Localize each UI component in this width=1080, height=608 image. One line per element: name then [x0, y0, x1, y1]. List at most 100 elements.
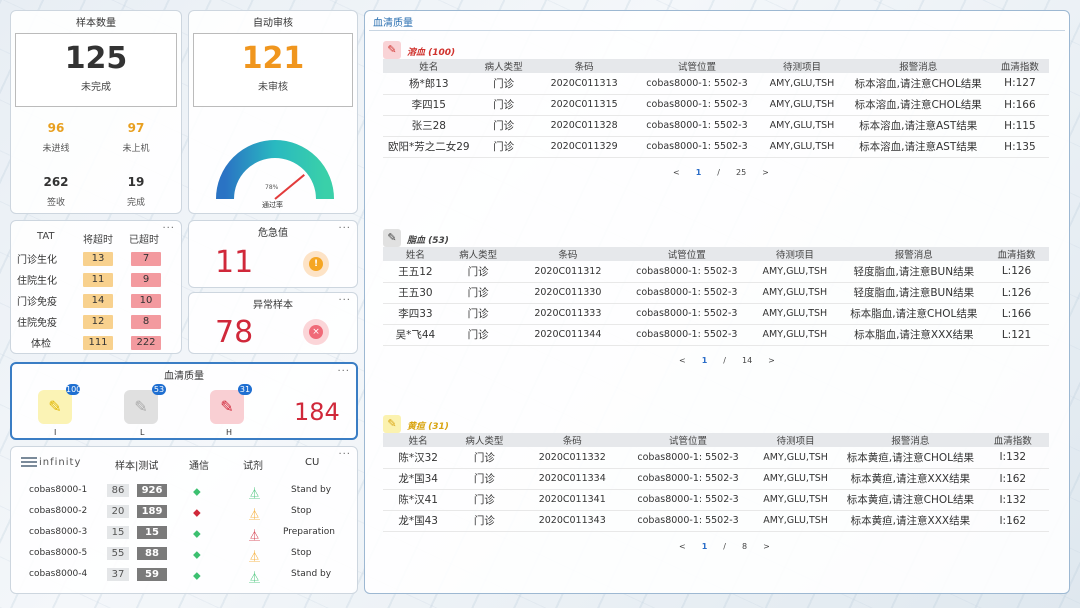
- instrument-row[interactable]: cobas8000-1 86 926 ⬥ ⏅ Stand by: [29, 481, 349, 501]
- prev-page-button[interactable]: <: [679, 356, 686, 365]
- table-cell: 标本脂血,请注意XXX结果: [843, 324, 985, 346]
- table-cell: 2020C011341: [515, 489, 630, 511]
- instrument-row[interactable]: cobas8000-2 20 189 ⬥ ⏅ Stop: [29, 502, 349, 522]
- quality-table: 姓名 病人类型 条码 试管位置 待测项目 报警消息 血清指数 杨*郎13 门诊 2020C0113…: [383, 59, 1049, 158]
- more-icon[interactable]: ···: [338, 223, 351, 234]
- column-header: 报警消息: [843, 247, 985, 261]
- table-row[interactable]: 陈*汉41 门诊 2020C011341 cobas8000-1: 5502-3 AMY…: [383, 489, 1049, 511]
- section-title[interactable]: 脂血 (53): [407, 233, 449, 246]
- incomplete-label: 未完成: [81, 82, 111, 93]
- serum-quality-card[interactable]: 血清质量 ··· ✎ 100 I ✎ 53 L ✎ 31 H 184: [10, 362, 358, 440]
- incomplete-box: 125 未完成: [15, 33, 177, 107]
- prev-page-button[interactable]: <: [673, 168, 680, 177]
- pass-rate-gauge: 78% 通过率: [216, 140, 334, 209]
- cu-status: Stand by: [291, 569, 332, 579]
- warning-icon: !: [303, 251, 329, 277]
- lipemia-tube-icon[interactable]: ✎: [124, 390, 158, 424]
- table-cell: AMY,GLU,TSH: [746, 324, 844, 346]
- table-cell: 轻度脂血,请注意BUN结果: [843, 261, 985, 283]
- col-tat: TAT: [37, 231, 55, 242]
- table-cell: H:127: [990, 73, 1049, 95]
- next-page-button[interactable]: >: [762, 168, 769, 177]
- stat-complete[interactable]: 19 完成: [111, 175, 161, 208]
- table-header: 姓名 病人类型 条码 试管位置 待测项目 报警消息 血清指数: [383, 247, 1049, 261]
- tat-row[interactable]: 门诊免疫 14 10: [17, 291, 177, 311]
- column-header: 条码: [515, 433, 630, 447]
- next-page-button[interactable]: >: [768, 356, 775, 365]
- card-title: 异常样本: [253, 300, 293, 311]
- table-row[interactable]: 王五12 门诊 2020C011312 cobas8000-1: 5502-3 AMY,…: [383, 261, 1049, 283]
- table-row[interactable]: 王五30 门诊 2020C011330 cobas8000-1: 5502-3 AMY,…: [383, 282, 1049, 304]
- table-cell: L:126: [984, 261, 1049, 283]
- gauge-percent: 78%: [265, 184, 279, 191]
- instrument-row[interactable]: cobas8000-3 15 15 ⬥ ⏅ Preparation: [29, 523, 349, 543]
- instrument-row[interactable]: cobas8000-5 55 88 ⬥ ⏅ Stop: [29, 544, 349, 564]
- table-cell: AMY,GLU,TSH: [758, 94, 846, 116]
- stat-not-in-line[interactable]: 96 未进线: [31, 121, 81, 154]
- table-row[interactable]: 龙*国34 门诊 2020C011334 cobas8000-1: 5502-3 AMY…: [383, 468, 1049, 490]
- stat-value: 262: [43, 175, 69, 189]
- table-cell: AMY,GLU,TSH: [747, 468, 845, 490]
- tat-row[interactable]: 门诊生化 13 7: [17, 249, 177, 269]
- icterus-badge: 100: [66, 384, 82, 395]
- table-row[interactable]: 欧阳*芳之二女29 门诊 2020C011329 cobas8000-1: 5502-…: [383, 136, 1049, 158]
- instrument-name: cobas8000-4: [29, 569, 88, 579]
- due-count: 12: [83, 315, 113, 329]
- table-cell: 门诊: [447, 303, 509, 325]
- unreviewed-box: 121 未审核: [193, 33, 353, 107]
- table-cell: 王五12: [383, 261, 448, 283]
- overdue-count: 8: [131, 315, 161, 329]
- instrument-row[interactable]: cobas8000-4 37 59 ⬥ ⏅ Stand by: [29, 565, 349, 585]
- column-header: 报警消息: [845, 59, 991, 73]
- table-row[interactable]: 杨*郎13 门诊 2020C011313 cobas8000-1: 5502-3 AMY…: [383, 73, 1049, 95]
- tat-row[interactable]: 住院免疫 12 8: [17, 312, 177, 332]
- tat-row-name: 住院免疫: [17, 318, 57, 329]
- abnormal-count: 78: [215, 315, 254, 350]
- table-row[interactable]: 龙*国43 门诊 2020C011343 cobas8000-1: 5502-3 AMY…: [383, 510, 1049, 532]
- section-title[interactable]: 溶血 (100): [407, 45, 455, 58]
- hemolysis-tube-icon[interactable]: ✎: [210, 390, 244, 424]
- unreviewed-label: 未审核: [258, 82, 288, 93]
- more-icon[interactable]: ···: [338, 295, 351, 306]
- table-row[interactable]: 陈*汉32 门诊 2020C011332 cobas8000-1: 5502-3 AMY…: [383, 447, 1049, 469]
- prev-page-button[interactable]: <: [679, 542, 686, 551]
- tat-row[interactable]: 体检 111 222: [17, 333, 177, 353]
- table-cell: 龙*国43: [383, 510, 454, 532]
- table-cell: 2020C011328: [532, 115, 636, 137]
- table-cell: AMY,GLU,TSH: [746, 261, 844, 283]
- table-cell: H:166: [990, 94, 1049, 116]
- table-cell: 门诊: [447, 261, 509, 283]
- more-icon[interactable]: ···: [337, 366, 350, 377]
- table-cell: cobas8000-1: 5502-3: [629, 489, 747, 511]
- link-icon: ⬥: [193, 569, 201, 582]
- section-title[interactable]: 黄疸 (31): [407, 419, 449, 432]
- table-cell: L:166: [984, 303, 1049, 325]
- overdue-count: 10: [131, 294, 161, 308]
- current-page[interactable]: 1: [702, 542, 708, 551]
- instrument-name: cobas8000-2: [29, 506, 88, 516]
- table-row[interactable]: 吴*飞44 门诊 2020C011344 cobas8000-1: 5502-3 AMY…: [383, 324, 1049, 346]
- current-page[interactable]: 1: [696, 168, 702, 177]
- stat-signed[interactable]: 262 签收: [31, 175, 81, 208]
- unreviewed-count: 121: [241, 41, 305, 76]
- table-row[interactable]: 李四15 门诊 2020C011315 cobas8000-1: 5502-3 AMY,…: [383, 94, 1049, 116]
- test-count: 189: [137, 505, 167, 518]
- critical-card[interactable]: 危急值 ··· 11 !: [188, 220, 358, 288]
- more-icon[interactable]: ···: [338, 449, 351, 460]
- table-cell: 门诊: [453, 447, 516, 469]
- table-row[interactable]: 张三28 门诊 2020C011328 cobas8000-1: 5502-3 AMY,…: [383, 115, 1049, 137]
- gauge-needle: [274, 174, 305, 200]
- table-cell: L:121: [984, 324, 1049, 346]
- table-row[interactable]: 李四33 门诊 2020C011333 cobas8000-1: 5502-3 AMY,…: [383, 303, 1049, 325]
- current-page[interactable]: 1: [702, 356, 708, 365]
- tat-row[interactable]: 住院生化 11 9: [17, 270, 177, 290]
- stat-value: 96: [47, 121, 65, 135]
- abnormal-card[interactable]: 异常样本 ··· 78 ×: [188, 292, 358, 354]
- icterus-tube-icon[interactable]: ✎: [38, 390, 72, 424]
- table-cell: 门诊: [474, 115, 533, 137]
- stat-not-on-machine[interactable]: 97 未上机: [111, 121, 161, 154]
- tat-row-name: 住院生化: [17, 276, 57, 287]
- next-page-button[interactable]: >: [763, 542, 770, 551]
- column-header: 病人类型: [474, 59, 533, 73]
- card-title: 危急值: [258, 228, 288, 239]
